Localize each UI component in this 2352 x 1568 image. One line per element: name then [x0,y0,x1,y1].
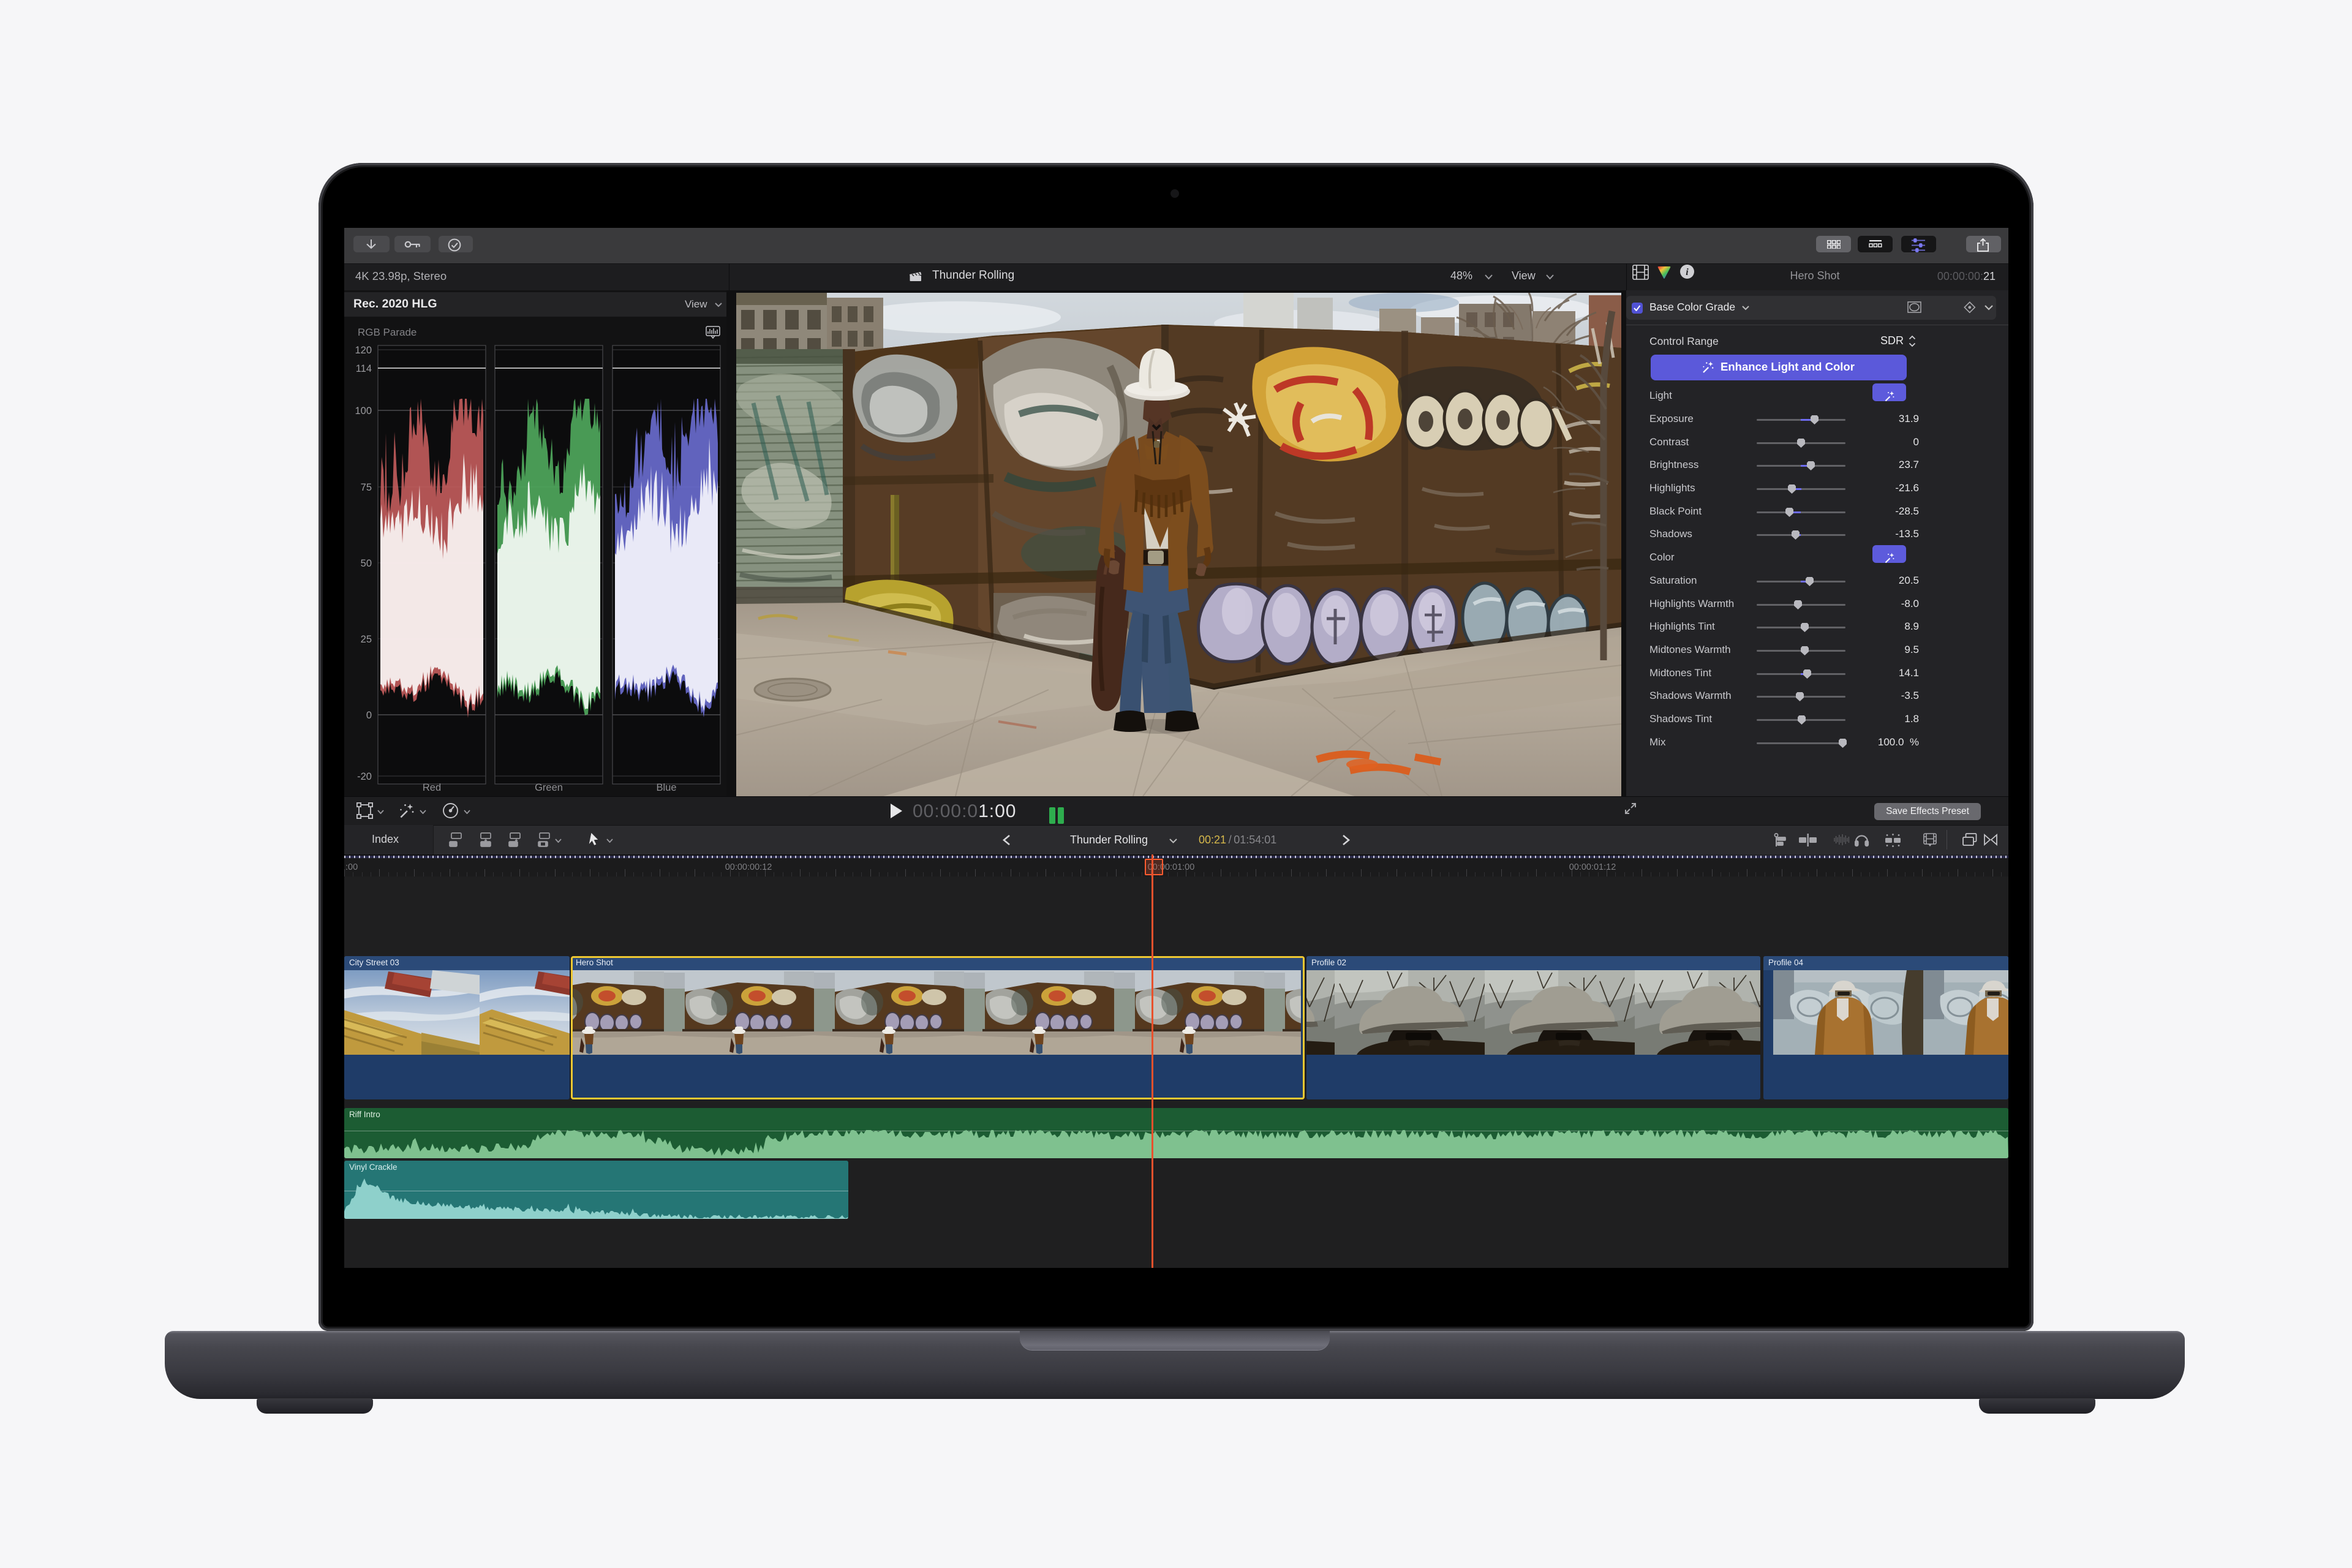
svg-text:0: 0 [366,710,372,721]
svg-text:Blue: Blue [656,782,676,793]
svg-text:75: 75 [361,482,372,493]
svg-text:100: 100 [355,405,372,417]
svg-text:25: 25 [361,634,372,645]
svg-text:i: i [1686,267,1689,277]
svg-text:-20: -20 [357,771,372,782]
svg-text:Green: Green [535,782,563,793]
svg-text:Red: Red [423,782,441,793]
svg-text:120: 120 [355,345,372,356]
svg-text:114: 114 [356,363,372,374]
svg-text:50: 50 [361,558,372,569]
